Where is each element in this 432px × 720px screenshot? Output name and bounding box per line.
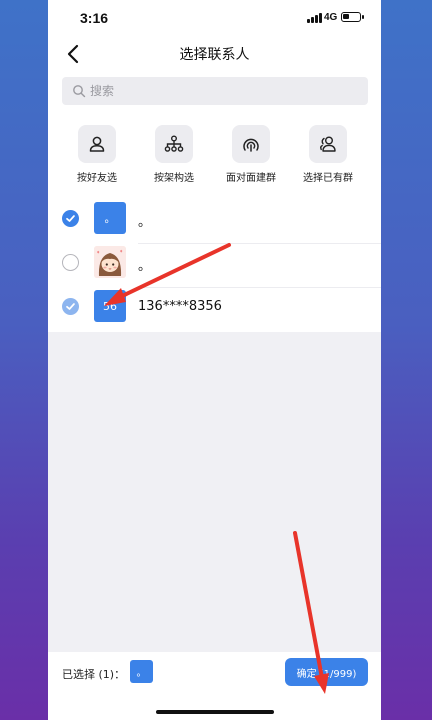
select-by-org-button[interactable]: 按架构选	[135, 125, 213, 184]
person-icon	[78, 125, 116, 163]
signal-icon	[307, 13, 323, 23]
contact-row[interactable]: 。	[48, 244, 381, 288]
face-to-face-group-label: 面对面建群	[226, 173, 276, 184]
select-existing-group-label: 选择已有群	[303, 173, 353, 184]
search-input[interactable]	[90, 77, 350, 105]
contact-row[interactable]: 56 136****8356	[48, 288, 381, 332]
search-section	[48, 74, 381, 116]
search-bar[interactable]	[62, 77, 368, 105]
select-by-friends-button[interactable]: 按好友选	[58, 125, 136, 184]
selected-count-label: 已选择 (1)：	[62, 668, 126, 681]
checked-icon[interactable]	[62, 298, 79, 315]
quick-actions: 按好友选 按架构选 面对面建群 选择已有群	[48, 116, 381, 194]
nav-bar: 选择联系人	[48, 34, 381, 74]
contact-row[interactable]: 。 。	[48, 200, 381, 244]
contact-name: 136****8356	[138, 299, 222, 314]
group-icon	[309, 125, 347, 163]
nearby-signal-icon	[232, 125, 270, 163]
org-chart-icon	[155, 125, 193, 163]
selected-avatar[interactable]: 。	[130, 660, 153, 683]
bottom-bar: 已选择 (1)： 。 确定 (1/999)	[48, 652, 381, 720]
avatar	[94, 246, 126, 278]
page-title: 选择联系人	[179, 47, 250, 63]
avatar: 56	[94, 290, 126, 322]
confirm-button[interactable]: 确定 (1/999)	[285, 658, 368, 686]
face-to-face-group-button[interactable]: 面对面建群	[212, 125, 290, 184]
contact-name: 。	[138, 215, 152, 230]
checked-icon[interactable]	[62, 210, 79, 227]
avatar: 。	[94, 202, 126, 234]
phone-screen: 3:16 4G 选择联系人 按好友选	[48, 0, 381, 720]
unchecked-icon[interactable]	[62, 254, 79, 271]
battery-icon	[341, 12, 364, 22]
cartoon-girl-avatar-icon	[94, 246, 126, 278]
select-existing-group-button[interactable]: 选择已有群	[289, 125, 367, 184]
home-indicator	[156, 710, 274, 714]
contact-list: 。 。 。 56 136****8356	[48, 200, 381, 332]
search-icon	[73, 85, 86, 98]
status-bar: 3:16 4G	[48, 0, 381, 34]
contact-name: 。	[138, 259, 152, 274]
select-by-org-label: 按架构选	[154, 173, 194, 184]
network-type: 4G	[324, 12, 338, 23]
status-time: 3:16	[80, 10, 109, 26]
select-by-friends-label: 按好友选	[77, 173, 117, 184]
